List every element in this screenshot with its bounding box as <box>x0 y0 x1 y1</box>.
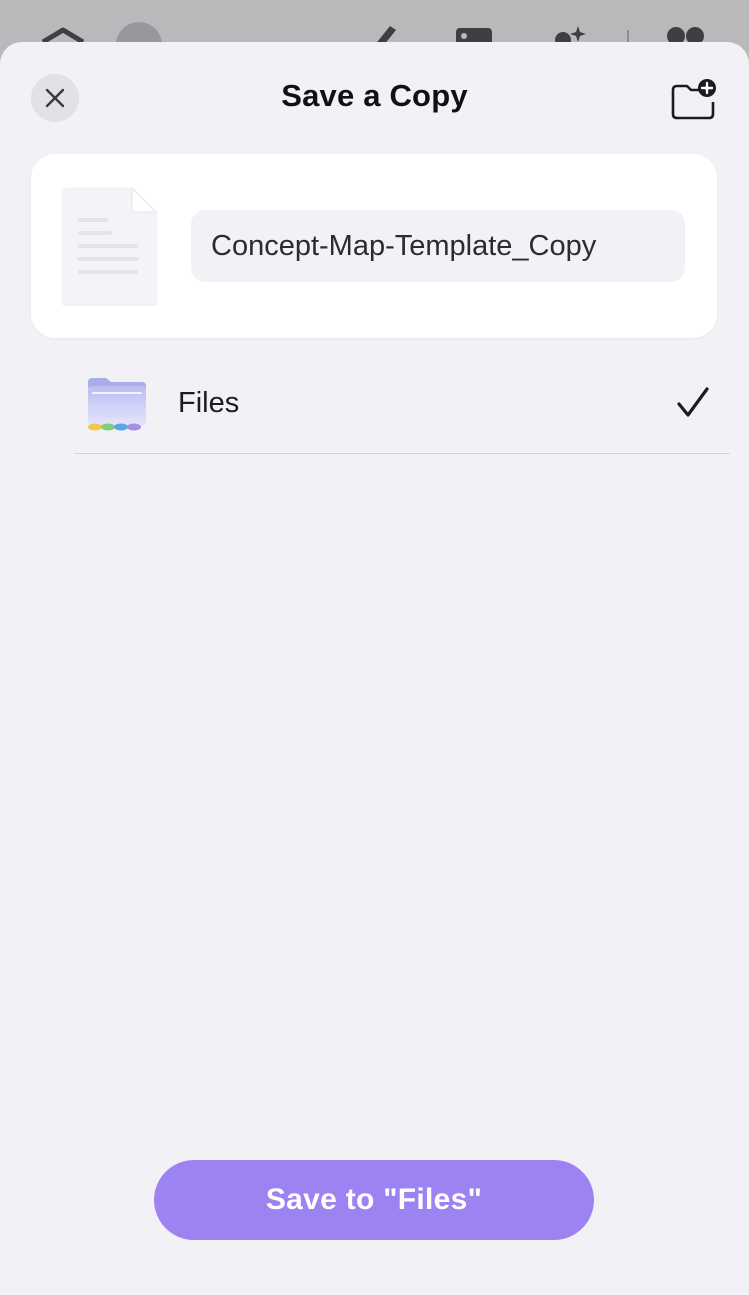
checkmark-icon <box>677 387 709 417</box>
folder-plus-icon <box>671 79 716 120</box>
file-card <box>31 154 717 338</box>
files-folder-icon <box>88 378 146 431</box>
location-item-files[interactable]: Files <box>74 360 730 454</box>
dialog-title: Save a Copy <box>281 78 468 113</box>
save-copy-sheet: Save a Copy Concept-Map-Template_Copy Fi… <box>0 42 749 1295</box>
save-to-files-button[interactable]: Save to "Files" <box>154 1160 594 1240</box>
new-folder-button[interactable] <box>668 78 718 122</box>
filename-field[interactable] <box>191 210 685 282</box>
location-label: Files <box>178 387 240 419</box>
document-icon <box>63 186 158 304</box>
